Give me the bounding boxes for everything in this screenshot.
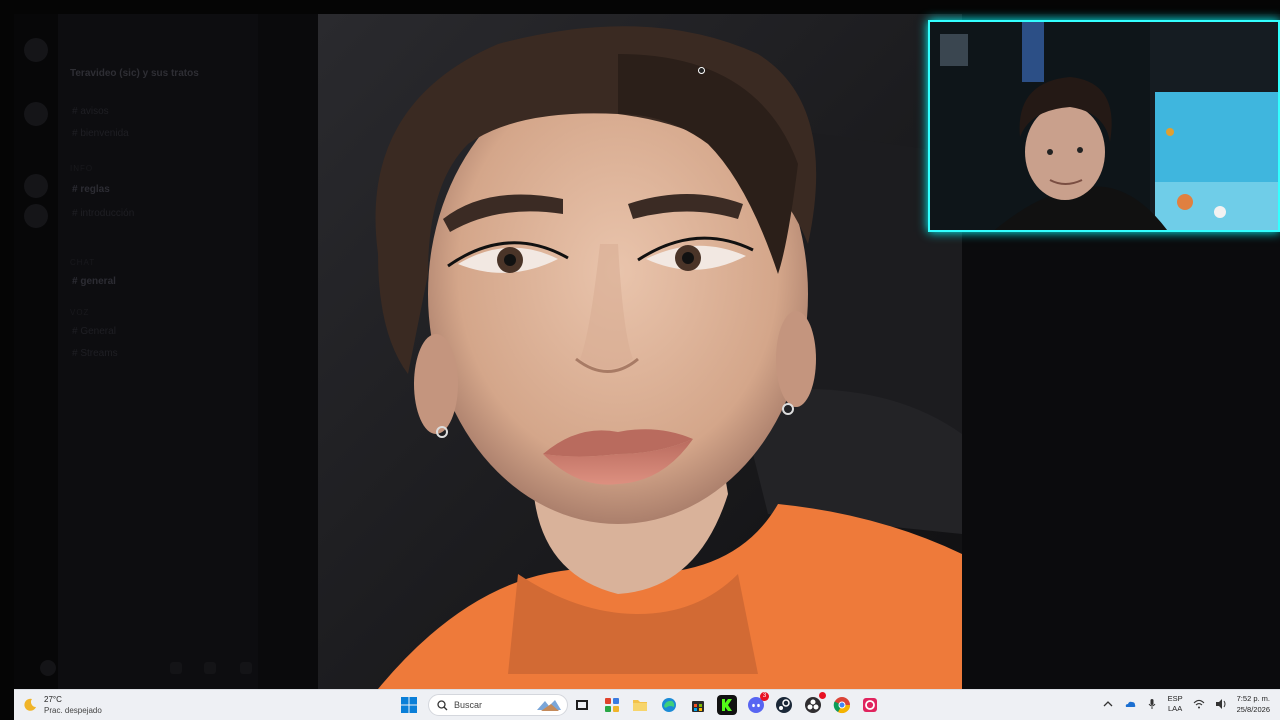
system-tray: ESP LAA 7:52 p. m. 25/8/2026 xyxy=(1102,693,1270,715)
add-server-icon[interactable] xyxy=(24,174,48,198)
obs-icon[interactable] xyxy=(803,692,826,715)
steam-icon[interactable] xyxy=(774,695,794,715)
channel-category[interactable]: VOZ xyxy=(70,308,89,317)
clock-date: 25/8/2026 xyxy=(1236,705,1270,714)
microphone-icon[interactable] xyxy=(1146,698,1158,710)
onedrive-icon[interactable] xyxy=(1124,698,1136,710)
task-view-icon[interactable] xyxy=(572,695,592,715)
user-bar xyxy=(28,654,258,684)
discord-notification-badge: 3 xyxy=(760,692,769,701)
avatar[interactable] xyxy=(40,660,56,676)
search-highlight-icon xyxy=(537,700,561,711)
channel-item[interactable]: # General xyxy=(72,326,116,337)
channel-item-selected[interactable]: # reglas xyxy=(72,184,110,195)
edge-icon[interactable] xyxy=(659,695,679,715)
windows-start-icon[interactable] xyxy=(400,696,418,714)
server-name[interactable]: Teravideo (sic) y sus tratos xyxy=(70,68,199,79)
clock-time: 7:52 p. m. xyxy=(1236,694,1270,703)
lang-layout: LAA xyxy=(1168,704,1183,713)
screen: Teravideo (sic) y sus tratos # avisos # … xyxy=(0,0,1280,720)
chrome-icon[interactable] xyxy=(832,695,852,715)
input-language[interactable]: ESP LAA xyxy=(1168,694,1183,714)
kick-icon[interactable] xyxy=(717,695,737,715)
discord-home-icon[interactable] xyxy=(24,38,48,62)
shared-photo xyxy=(318,14,962,689)
server-rail xyxy=(14,14,58,689)
chat-panel xyxy=(258,14,318,689)
lang-code: ESP xyxy=(1167,694,1183,703)
chevron-up-icon[interactable] xyxy=(1102,698,1114,710)
taskbar-clock[interactable]: 7:52 p. m. 25/8/2026 xyxy=(1237,693,1270,715)
server-icon[interactable] xyxy=(24,102,48,126)
obs-recording-dot xyxy=(819,692,826,699)
channel-panel: Teravideo (sic) y sus tratos # avisos # … xyxy=(58,14,258,689)
app-red-icon[interactable] xyxy=(860,695,880,715)
discord-icon[interactable]: 3 xyxy=(746,692,769,715)
mic-icon[interactable] xyxy=(170,662,182,674)
store-icon[interactable] xyxy=(688,695,708,715)
taskbar-search[interactable]: Buscar xyxy=(428,694,568,716)
channel-category[interactable]: CHAT xyxy=(70,258,95,267)
explore-icon[interactable] xyxy=(24,204,48,228)
mouse-cursor xyxy=(698,67,705,74)
webcam-overlay xyxy=(928,20,1280,232)
file-explorer-icon[interactable] xyxy=(630,695,650,715)
channel-item[interactable]: # Streams xyxy=(72,348,118,359)
weather-temp: 27°C xyxy=(44,695,62,704)
headphones-icon[interactable] xyxy=(204,662,216,674)
channel-item[interactable]: # bienvenida xyxy=(72,128,129,139)
settings-gear-icon[interactable] xyxy=(240,662,252,674)
channel-item[interactable]: # avisos xyxy=(72,106,109,117)
channel-category[interactable]: INFO xyxy=(70,164,93,173)
widgets-icon[interactable] xyxy=(602,695,622,715)
moon-weather-icon xyxy=(24,698,36,711)
volume-icon[interactable] xyxy=(1215,698,1227,710)
channel-item[interactable]: # introducción xyxy=(72,208,134,219)
search-icon xyxy=(437,699,448,710)
wifi-icon[interactable] xyxy=(1193,698,1205,710)
search-placeholder: Buscar xyxy=(454,700,483,710)
weather-condition: Prac. despejado xyxy=(44,706,102,715)
taskbar: 27°C Prac. despejado Buscar 3 ESP LAA 7:… xyxy=(14,689,1280,720)
weather-widget[interactable]: 27°C Prac. despejado xyxy=(22,694,102,716)
channel-item[interactable]: # general xyxy=(72,276,116,287)
